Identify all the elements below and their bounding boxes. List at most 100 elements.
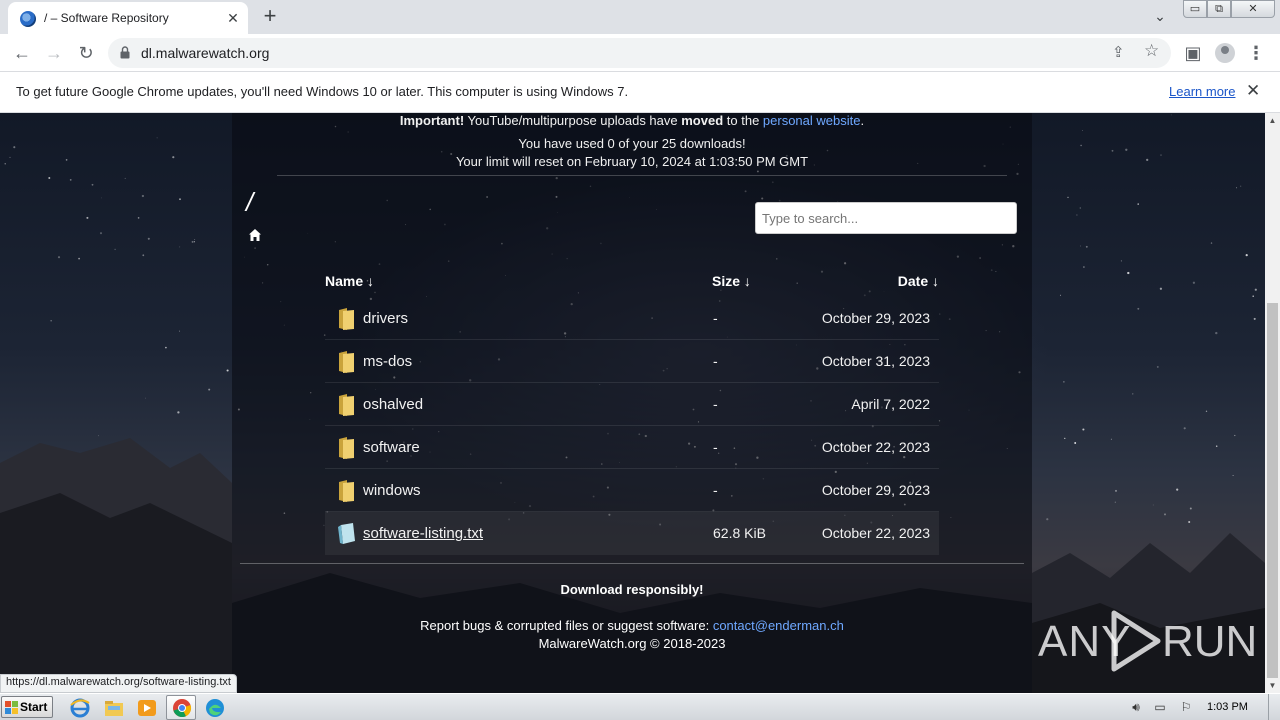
tab-search-icon[interactable]: ⌄ (1150, 8, 1170, 26)
table-row[interactable]: ms-dos - October 31, 2023 (325, 340, 939, 383)
table-row[interactable]: drivers - October 29, 2023 (325, 297, 939, 340)
star (86, 216, 89, 219)
page-viewport: Important! YouTube/multipurpose uploads … (0, 113, 1265, 693)
window-close-button[interactable]: ✕ (1231, 0, 1275, 18)
star (1215, 331, 1218, 335)
lock-icon[interactable] (120, 46, 130, 59)
notice-to: to the (723, 113, 763, 128)
browser-toolbar: ← → ↻ dl.malwarewatch.org ⇪ ☆ ▣ ⋮ (0, 34, 1280, 71)
window-restore-button[interactable]: ⧉ (1207, 0, 1231, 18)
star (1076, 214, 1078, 216)
personal-website-link[interactable]: personal website (763, 113, 861, 128)
table-row[interactable]: oshalved - April 7, 2022 (325, 383, 939, 426)
reload-icon[interactable]: ↻ (73, 40, 99, 66)
url-text[interactable]: dl.malwarewatch.org (141, 45, 269, 61)
star (1111, 149, 1114, 152)
table-row[interactable]: software - October 22, 2023 (325, 426, 939, 469)
star (137, 217, 140, 219)
action-center-flag-icon[interactable]: ⚐ (1178, 700, 1194, 714)
windows-taskbar: Start 🔊︎ ▭ ⚐ 1:03 PM (0, 693, 1280, 720)
star (1236, 187, 1238, 189)
star (1067, 196, 1069, 199)
scrollbar-thumb[interactable] (1267, 303, 1278, 678)
column-name-sort[interactable]: Name ↓ (325, 273, 374, 289)
row-name[interactable]: software-listing.txt (363, 525, 483, 542)
row-size: 62.8 KiB (713, 525, 766, 541)
forward-arrow-icon[interactable]: → (41, 40, 67, 66)
file-explorer-icon[interactable] (103, 697, 125, 719)
back-arrow-icon[interactable]: ← (9, 40, 35, 66)
star (172, 156, 175, 159)
show-desktop-button[interactable] (1268, 694, 1280, 720)
learn-more-link[interactable]: Learn more (1169, 84, 1235, 99)
star (1210, 242, 1213, 244)
infobar-close-icon[interactable]: ✕ (1246, 81, 1260, 101)
star (124, 177, 126, 179)
star (1085, 245, 1088, 248)
network-icon[interactable]: ▭ (1152, 700, 1168, 714)
new-tab-button[interactable]: + (258, 5, 282, 29)
column-size-sort[interactable]: Size ↓ (712, 273, 751, 289)
row-name[interactable]: ms-dos (363, 353, 412, 370)
chrome-menu-icon[interactable]: ⋮ (1243, 40, 1269, 66)
page-scrollbar[interactable]: ▲ ▼ (1265, 113, 1280, 693)
star (1083, 266, 1085, 268)
start-label: Start (20, 700, 48, 714)
tab-strip: / – Software Repository ✕ + ⌄ ▭ ⧉ ✕ (0, 0, 1280, 34)
window-minimize-button[interactable]: ▭ (1183, 0, 1207, 18)
star (144, 397, 146, 399)
star (142, 254, 145, 257)
footer-report-text: Report bugs & corrupted files or suggest… (420, 618, 713, 633)
row-date: October 22, 2023 (821, 439, 930, 455)
start-button[interactable]: Start (1, 696, 53, 718)
contact-email-link[interactable]: contact@enderman.ch (713, 618, 844, 633)
star (13, 146, 16, 149)
volume-icon[interactable]: 🔊︎ (1128, 700, 1144, 714)
scroll-up-arrow-icon[interactable]: ▲ (1265, 113, 1280, 128)
internet-explorer-icon[interactable] (69, 697, 91, 719)
tab-close-icon[interactable]: ✕ (224, 9, 242, 27)
star (226, 369, 229, 372)
taskbar-clock[interactable]: 1:03 PM (1207, 701, 1248, 713)
column-date-sort[interactable]: Date ↓ (898, 273, 939, 289)
row-name[interactable]: oshalved (363, 396, 423, 413)
search-input[interactable] (755, 202, 1017, 234)
star (1125, 148, 1128, 151)
divider (277, 175, 1007, 176)
row-name[interactable]: windows (363, 482, 421, 499)
star (1252, 295, 1254, 297)
footer-responsibly: Download responsibly! (560, 582, 704, 597)
share-icon[interactable]: ⇪ (1112, 43, 1125, 61)
row-name[interactable]: software (363, 439, 420, 456)
star (191, 240, 194, 243)
row-date: October 31, 2023 (821, 353, 930, 369)
notice-important: Important! YouTube/multipurpose uploads … (232, 113, 1032, 128)
side-panel-icon[interactable]: ▣ (1180, 40, 1206, 66)
home-icon[interactable] (248, 228, 262, 242)
star (1160, 154, 1162, 156)
active-tab[interactable]: / – Software Repository ✕ (8, 2, 248, 34)
star (1137, 307, 1140, 310)
row-name[interactable]: drivers (363, 310, 408, 327)
edge-icon[interactable] (204, 697, 226, 719)
profile-avatar-icon[interactable] (1212, 40, 1238, 66)
tab-title: / – Software Repository (44, 11, 169, 25)
table-header: Name ↓ Size ↓ Date ↓ (325, 273, 939, 293)
star (101, 197, 103, 199)
scroll-down-arrow-icon[interactable]: ▼ (1265, 678, 1280, 693)
star (9, 156, 11, 158)
star (1159, 287, 1163, 290)
infobar-message: To get future Google Chrome updates, you… (16, 84, 629, 99)
text-file-icon (338, 523, 355, 544)
bookmark-star-icon[interactable]: ☆ (1144, 41, 1159, 61)
address-bar[interactable]: dl.malwarewatch.org ⇪ ☆ (108, 38, 1171, 68)
limit-reset-text: Your limit will reset on February 10, 20… (455, 154, 809, 169)
row-date: April 7, 2022 (851, 396, 930, 412)
table-row[interactable]: windows - October 29, 2023 (325, 469, 939, 512)
notice-end: . (860, 113, 865, 128)
taskbar-chrome-button[interactable] (166, 695, 196, 720)
media-player-icon[interactable] (136, 697, 158, 719)
star (69, 178, 72, 181)
star (1080, 144, 1082, 147)
table-row[interactable]: software-listing.txt 62.8 KiB October 22… (325, 512, 939, 555)
